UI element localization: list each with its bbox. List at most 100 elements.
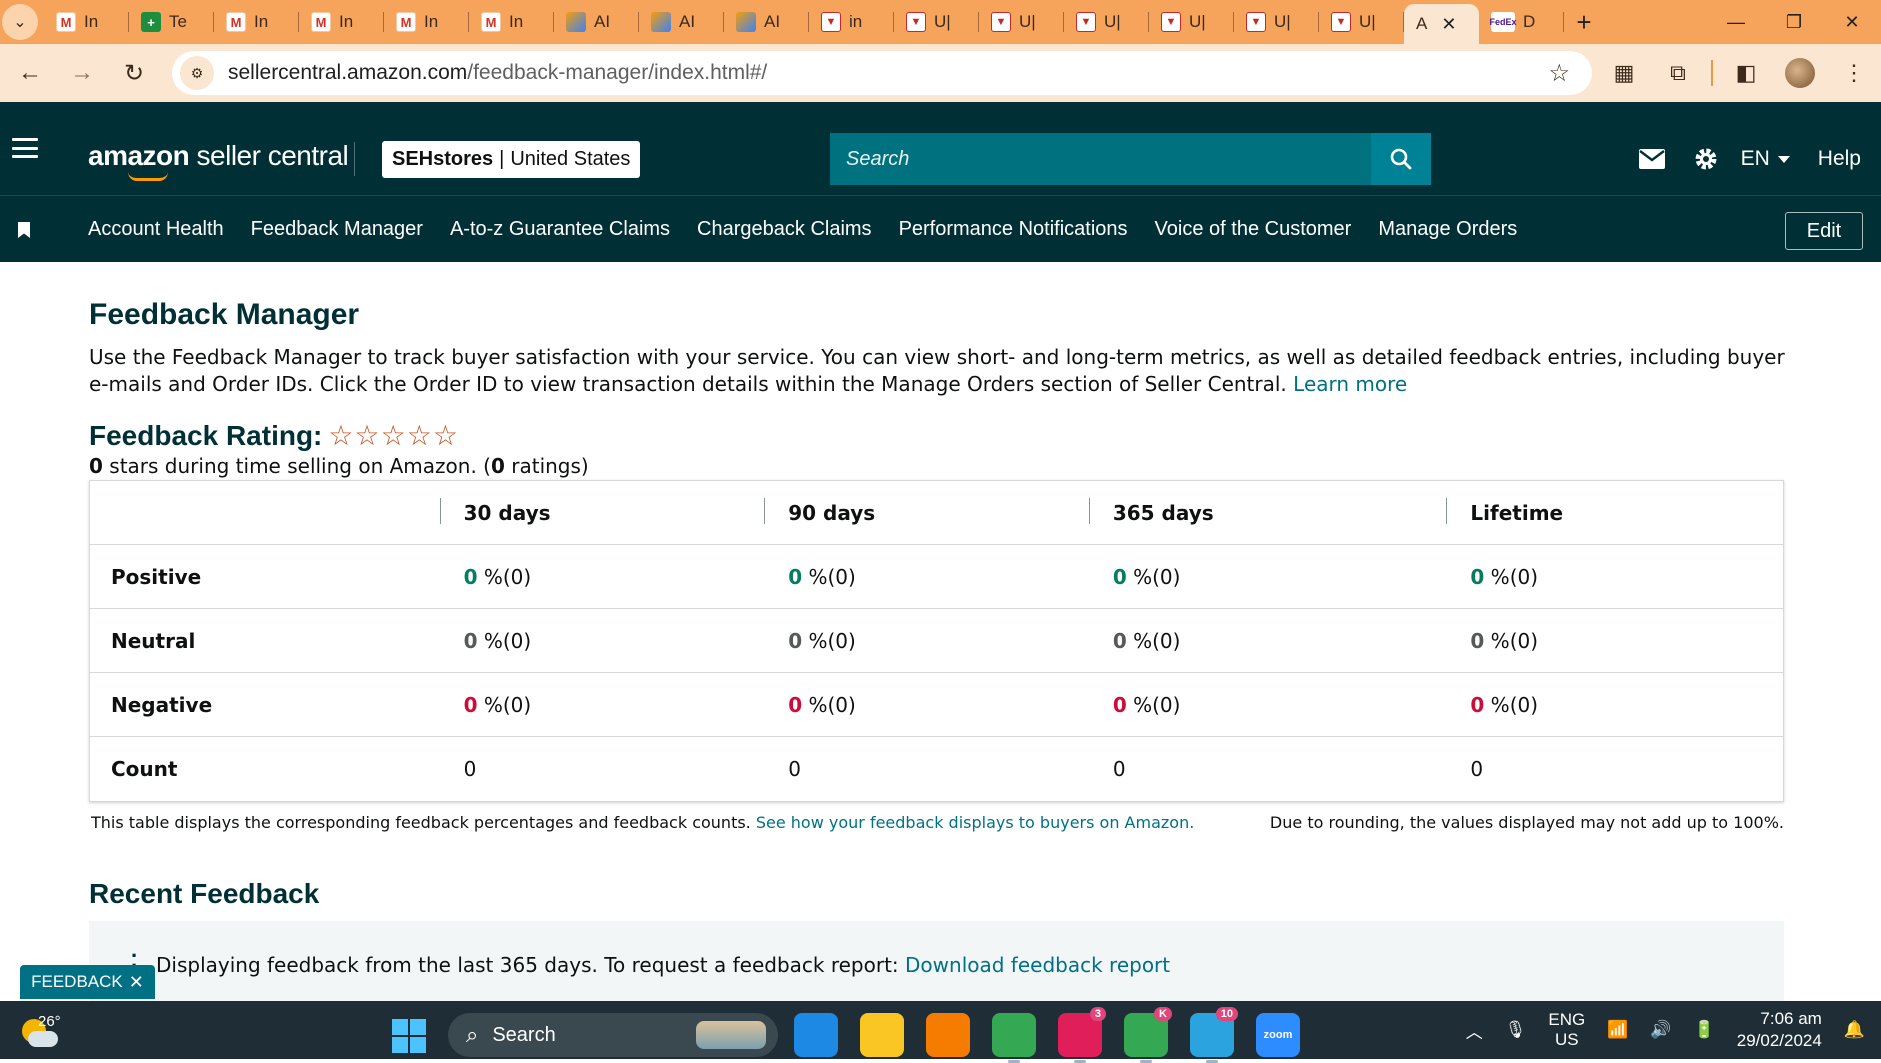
profile-avatar[interactable] — [1785, 58, 1815, 88]
close-icon[interactable]: ✕ — [1441, 14, 1456, 35]
nav-item-feedback-manager[interactable]: Feedback Manager — [251, 218, 423, 241]
bookmark-icon[interactable] — [18, 222, 30, 238]
minimize-icon[interactable]: — — [1707, 0, 1765, 44]
browser-tab[interactable]: ▼ U| — [1234, 0, 1319, 44]
table-row: Negative 0 %(0) 0 %(0) 0 %(0) 0 %(0) — [90, 673, 1783, 737]
url-path: /feedback-manager/index.html#/ — [467, 61, 768, 84]
tab-title: In — [254, 12, 269, 31]
language-label: EN — [1740, 147, 1770, 170]
file-explorer-icon[interactable] — [860, 1013, 904, 1057]
learn-more-link[interactable]: Learn more — [1293, 372, 1407, 396]
download-feedback-report-link[interactable]: Download feedback report — [905, 953, 1170, 977]
volume-icon[interactable]: 🔊 — [1650, 1020, 1671, 1040]
help-link[interactable]: Help — [1818, 147, 1861, 171]
notification-badge: 10 — [1215, 1007, 1238, 1021]
edit-nav-button[interactable]: Edit — [1785, 212, 1863, 250]
settings-button[interactable] — [1679, 146, 1733, 172]
table-cell: 0 %(0) — [440, 565, 765, 589]
language-selector[interactable]: EN — [1741, 147, 1790, 171]
extensions-icon[interactable]: ⧉ — [1651, 60, 1705, 86]
store-switcher[interactable]: SEHstores | United States — [382, 141, 641, 178]
date: 29/02/2024 — [1736, 1031, 1822, 1050]
bookmark-star-icon[interactable]: ☆ — [1548, 59, 1570, 88]
zoom-icon[interactable]: zoom — [1256, 1013, 1300, 1057]
feedback-display-link[interactable]: See how your feedback displays to buyers… — [756, 813, 1194, 832]
taskbar-search[interactable]: ⌕ Search — [448, 1013, 778, 1057]
back-button[interactable]: ← — [8, 51, 52, 95]
battery-icon[interactable]: 🔋 — [1694, 1020, 1715, 1040]
browser-tab[interactable]: M In — [469, 0, 554, 44]
browser-tab[interactable]: ▼ in — [809, 0, 894, 44]
chevron-down-icon: ⌄ — [13, 14, 27, 31]
windows-start-icon[interactable] — [392, 1019, 426, 1053]
telegram-icon[interactable]: 10 — [1190, 1007, 1238, 1063]
browser-tab[interactable]: ▼ U| — [894, 0, 979, 44]
qr-code-icon[interactable]: ▦ — [1597, 60, 1651, 86]
address-bar[interactable]: ⚙ sellercentral.amazon.com/feedback-mana… — [172, 51, 1592, 95]
chevron-up-icon[interactable]: ︿ — [1466, 1018, 1483, 1043]
slack-icon[interactable]: 3 — [1058, 1007, 1106, 1063]
forward-button[interactable]: → — [60, 51, 104, 95]
new-tab-button[interactable]: + — [1564, 0, 1604, 44]
table-header-row: 30 days 90 days 365 days Lifetime — [90, 481, 1783, 545]
gmail-icon: M — [226, 12, 246, 32]
chrome-profile-icon[interactable]: K — [1124, 1007, 1172, 1063]
nav-item-performance-notifications[interactable]: Performance Notifications — [899, 218, 1128, 241]
nav-item-manage-orders[interactable]: Manage Orders — [1378, 218, 1517, 241]
edge-icon[interactable] — [794, 1013, 838, 1057]
browser-tab[interactable]: AI — [639, 0, 724, 44]
cell-value: 0 — [788, 628, 803, 653]
messages-button[interactable] — [1625, 148, 1679, 170]
input-language[interactable]: ENG US — [1548, 1010, 1585, 1050]
table-cell: 0 %(0) — [1089, 693, 1447, 717]
browser-tab[interactable]: M In — [299, 0, 384, 44]
nav-item-a-to-z-guarantee-claims[interactable]: A-to-z Guarantee Claims — [450, 218, 670, 241]
reload-button[interactable]: ↻ — [112, 51, 156, 95]
browser-toolbar: ← → ↻ ⚙ sellercentral.amazon.com/feedbac… — [0, 44, 1881, 102]
tab-title: AI — [594, 12, 611, 31]
browser-tab[interactable]: ▼ U| — [979, 0, 1064, 44]
seller-central-header: amazon seller central SEHstores | United… — [0, 102, 1881, 195]
cell-detail: 0 — [1112, 757, 1126, 781]
browser-tab[interactable]: ▼ U| — [1319, 0, 1404, 44]
clock[interactable]: 7:06 am 29/02/2024 — [1737, 1008, 1822, 1052]
restore-icon[interactable]: ❐ — [1765, 0, 1823, 44]
browser-tab[interactable]: AI — [724, 0, 809, 44]
search-icon — [1390, 148, 1412, 170]
nav-item-voice-of-the-customer[interactable]: Voice of the Customer — [1155, 218, 1352, 241]
tab-fedex[interactable]: FedEx D — [1479, 0, 1564, 44]
upwork-icon: ▼ — [821, 12, 841, 32]
browser-tab[interactable]: ▼ U| — [1149, 0, 1234, 44]
wifi-icon[interactable]: 📶 — [1607, 1020, 1628, 1040]
cell-detail: %(0) — [1126, 692, 1181, 717]
browser-tab[interactable]: ▼ U| — [1064, 0, 1149, 44]
site-info-icon[interactable]: ⚙ — [180, 56, 214, 90]
table-cell: 0 %(0) — [764, 693, 1089, 717]
tab-search-button[interactable]: ⌄ — [2, 4, 38, 40]
close-window-icon[interactable]: ✕ — [1823, 0, 1881, 44]
tab-title: AI — [679, 12, 696, 31]
browser-tab[interactable]: M In — [384, 0, 469, 44]
close-icon[interactable]: ✕ — [129, 972, 144, 993]
browser-tab[interactable]: M In — [214, 0, 299, 44]
search-button[interactable] — [1371, 133, 1431, 185]
seller-central-logo[interactable]: amazon seller central — [88, 140, 349, 181]
table-footnote: This table displays the corresponding fe… — [91, 813, 1784, 832]
browser-tab[interactable]: AI — [554, 0, 639, 44]
tab-title: Te — [169, 12, 187, 31]
feedback-tab[interactable]: FEEDBACK ✕ — [20, 965, 155, 999]
tab-active[interactable]: A ✕ — [1404, 4, 1479, 44]
browser-tab[interactable]: M In — [44, 0, 129, 44]
notifications-icon[interactable]: 🔔 — [1844, 1020, 1865, 1040]
nav-item-chargeback-claims[interactable]: Chargeback Claims — [697, 218, 872, 241]
more-menu-icon[interactable]: ⋮ — [1827, 60, 1881, 86]
side-panel-icon[interactable]: ◧ — [1719, 60, 1773, 86]
nav-item-account-health[interactable]: Account Health — [88, 218, 224, 241]
menu-icon[interactable] — [12, 138, 38, 158]
chrome-icon[interactable] — [992, 1013, 1036, 1063]
cell-value: 0 — [788, 692, 803, 717]
brave-icon[interactable] — [926, 1013, 970, 1057]
search-input[interactable]: Search — [830, 133, 1371, 185]
microphone-icon[interactable]: 🎙 — [1505, 1020, 1527, 1040]
browser-tab[interactable]: + Te — [129, 0, 214, 44]
